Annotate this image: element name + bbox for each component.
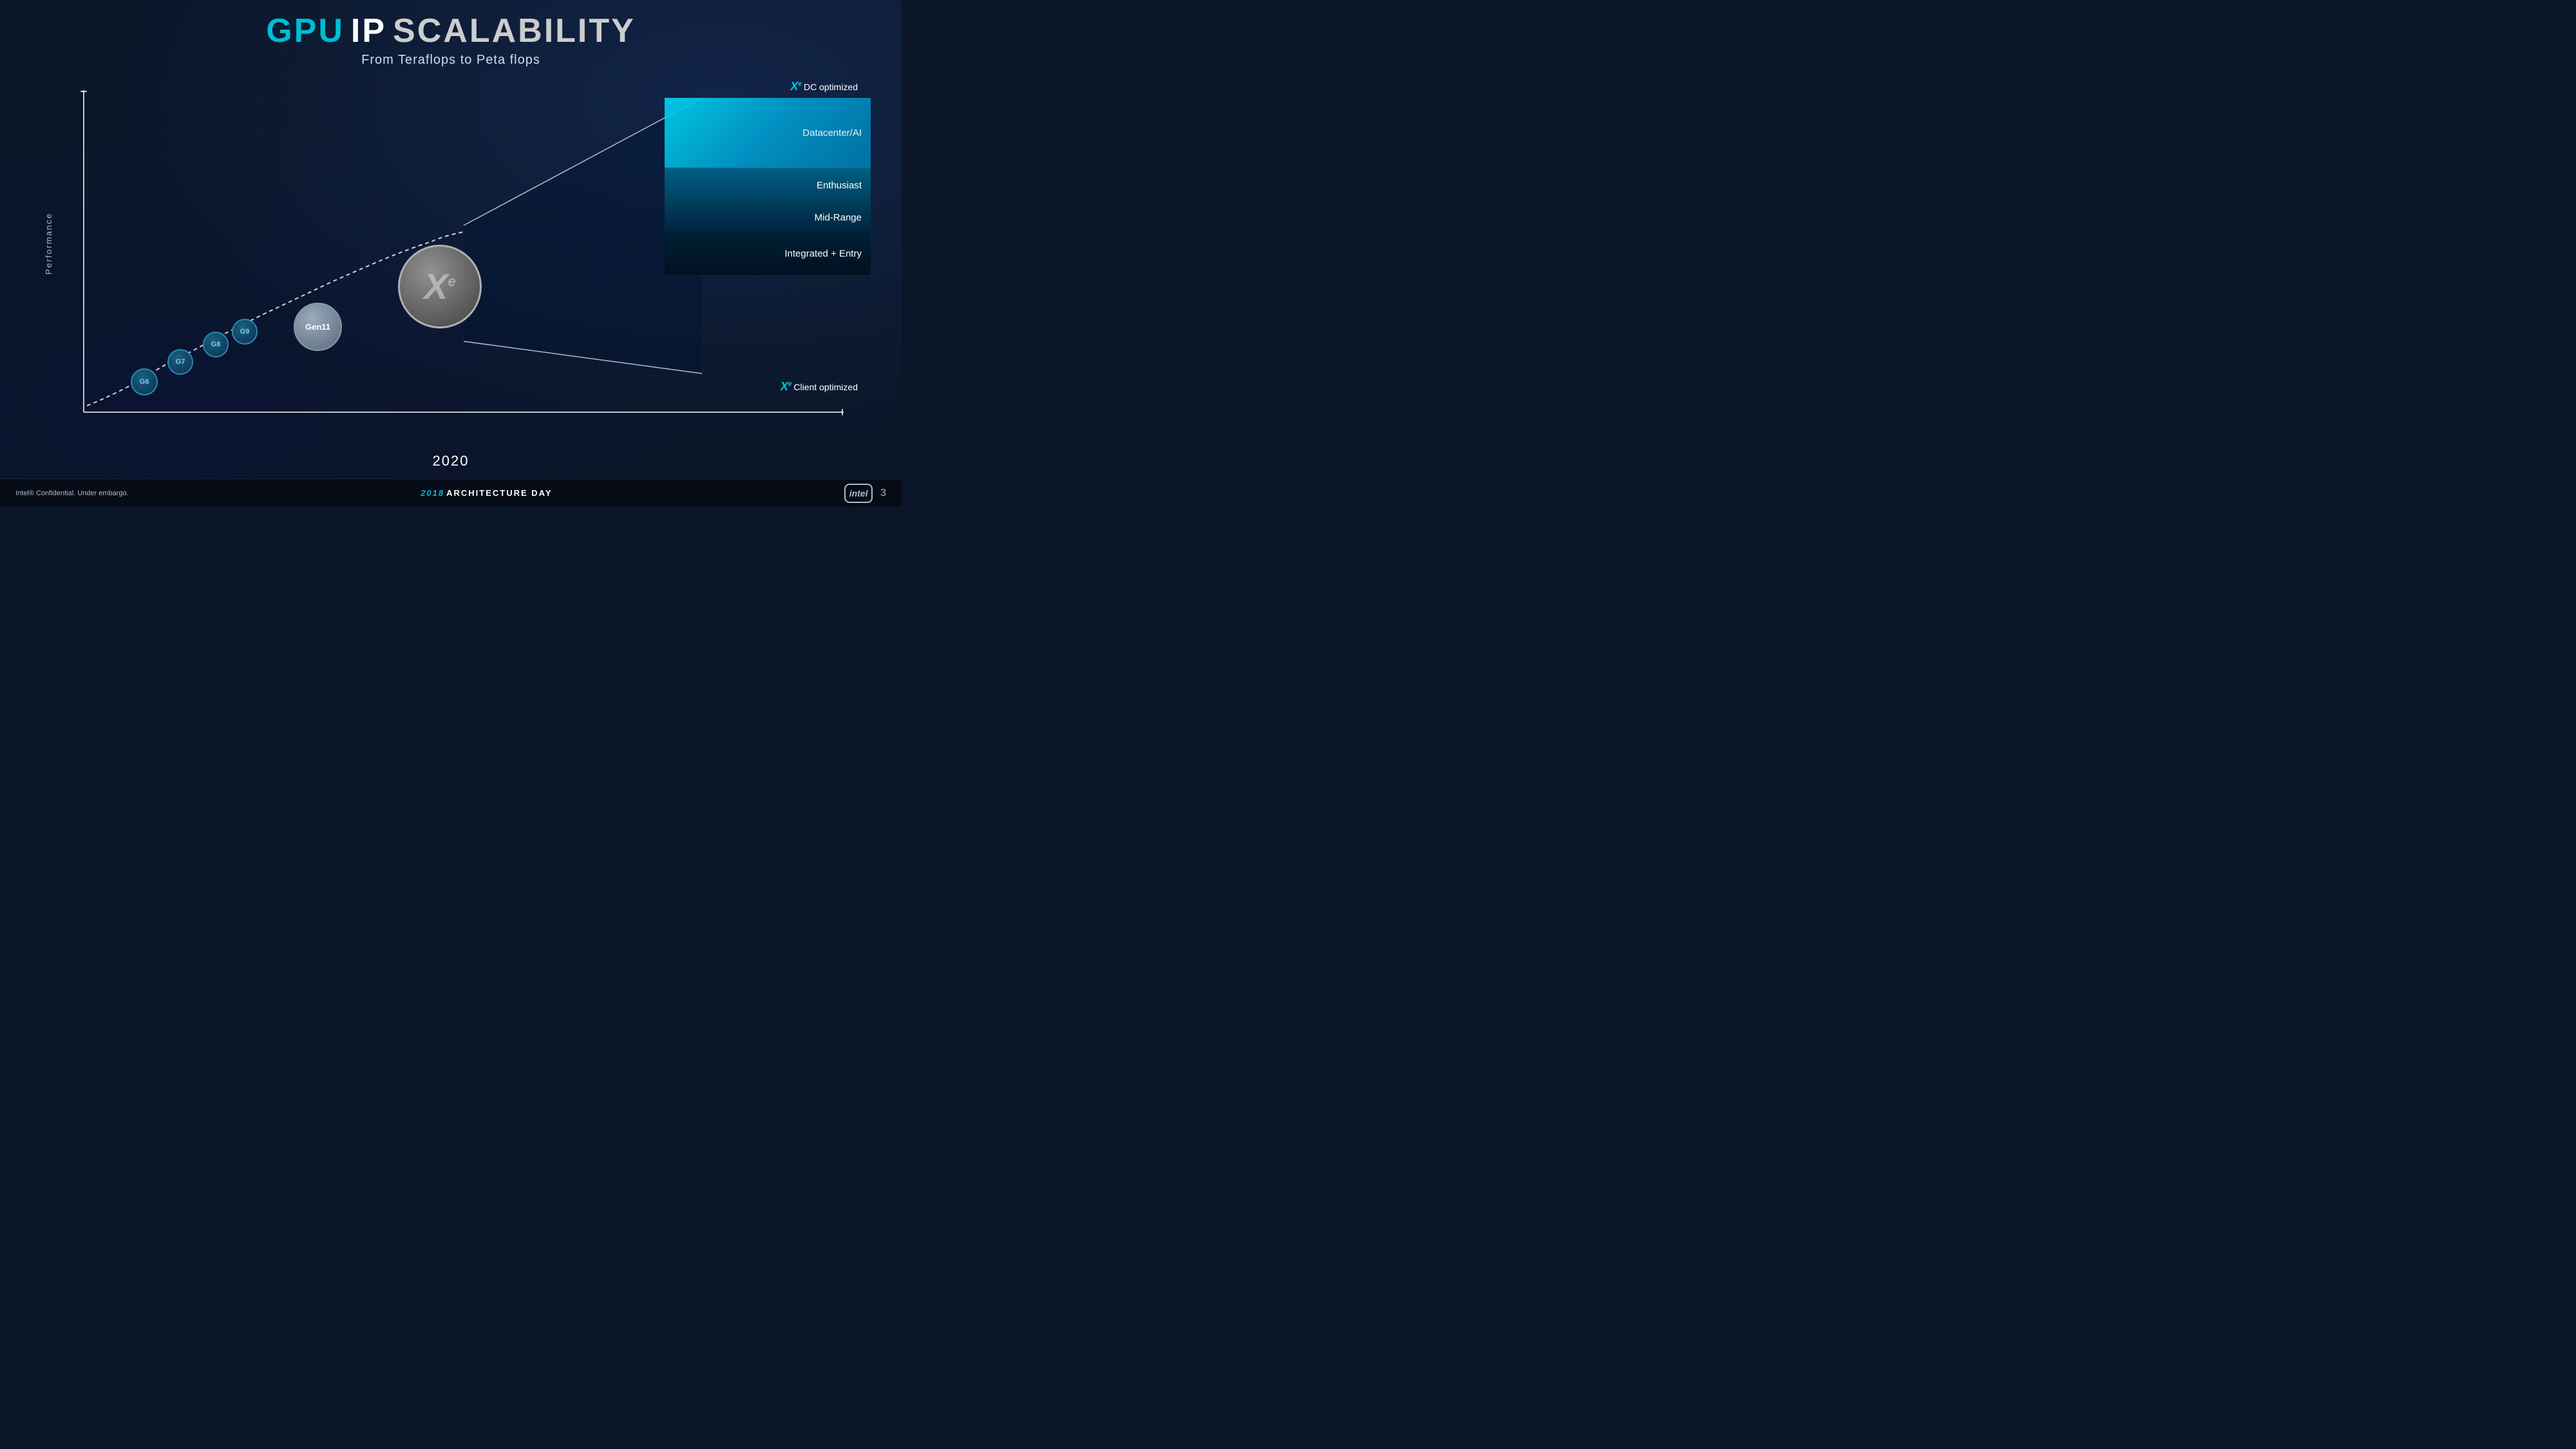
title-line: GPU IP SCALABILITY — [0, 12, 902, 50]
g6-text: G6 — [140, 378, 149, 386]
xe-badge-bottom: Xe — [781, 380, 792, 393]
page-number: 3 — [880, 488, 886, 499]
g9-text: G9 — [240, 328, 250, 336]
xe-bottom-label-text: Client optimized — [793, 382, 858, 392]
bar-integrated-label: Integrated + Entry — [784, 248, 862, 259]
footer-confidential: Intel® Confidential. Under embargo. — [15, 489, 129, 497]
gen11-circle: Gen11 — [294, 303, 342, 351]
bar-enthusiast-label: Enthusiast — [817, 180, 862, 191]
bar-midrange-label: Mid-Range — [815, 212, 862, 223]
xe-badge-top: Xe — [790, 80, 802, 93]
g9-circle: G9 — [232, 319, 258, 345]
subtitle: From Teraflops to Peta flops — [0, 53, 902, 68]
gen11-text: Gen11 — [305, 322, 330, 332]
g7-text: G7 — [176, 358, 185, 366]
g8-circle: G8 — [203, 332, 229, 357]
title-gpu: GPU — [266, 12, 345, 50]
title-ip: IP — [351, 12, 386, 50]
g7-circle: G7 — [167, 349, 193, 375]
header: GPU IP SCALABILITY From Teraflops to Pet… — [0, 0, 902, 68]
bar-midrange: Mid-Range — [665, 203, 871, 231]
xe-label-top: Xe DC optimized — [790, 80, 858, 93]
bars-container: Datacenter/AI Enthusiast Mid-Range Integ… — [665, 98, 871, 374]
g6-circle: G6 — [131, 368, 158, 395]
intel-logo: intel — [844, 484, 873, 503]
xe-circle-text: Xe — [424, 269, 456, 305]
xe-top-label-text: DC optimized — [804, 82, 858, 92]
title-scalability: SCALABILITY — [393, 12, 636, 50]
footer-event-name: ARCHITECTURE DAY — [446, 488, 552, 498]
footer: Intel® Confidential. Under embargo. 2018… — [0, 478, 902, 507]
chart-container: Performance Datacenter/AI Enthusiast Mid… — [39, 71, 876, 451]
g8-text: G8 — [211, 341, 221, 348]
footer-right: intel 3 — [844, 484, 886, 503]
main-content: GPU IP SCALABILITY From Teraflops to Pet… — [0, 0, 902, 507]
bar-dc-label: Datacenter/AI — [802, 98, 862, 167]
xe-main-circle: Xe — [398, 245, 482, 328]
footer-event: 2018 ARCHITECTURE DAY — [421, 488, 552, 498]
bar-integrated: Integrated + Entry — [665, 231, 871, 275]
footer-year: 2018 — [421, 488, 444, 498]
xe-label-bottom: Xe Client optimized — [781, 380, 858, 393]
performance-label: Performance — [44, 213, 53, 274]
bar-enthusiast: Enthusiast — [665, 167, 871, 203]
year-label: 2020 — [433, 453, 469, 469]
bar-dc: Datacenter/AI — [665, 98, 871, 167]
